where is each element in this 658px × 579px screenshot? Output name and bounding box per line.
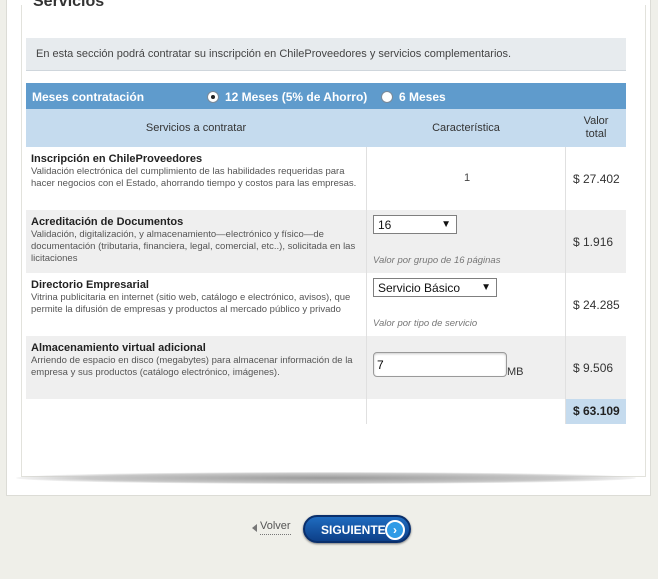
service-type-select[interactable]: Servicio Básico ▼ xyxy=(373,278,497,297)
service-type-hint: Valor por tipo de servicio xyxy=(373,318,478,329)
service-cell: Directorio Empresarial Vitrina publicita… xyxy=(26,273,366,336)
back-arrow-icon[interactable] xyxy=(252,523,257,532)
value-cell: $ 9.506 xyxy=(566,336,626,399)
megabytes-input[interactable] xyxy=(373,352,507,377)
table-row: Almacenamiento virtual adicional Arriend… xyxy=(26,336,626,399)
service-name: Acreditación de Documentos xyxy=(31,216,184,228)
table-row: Acreditación de Documentos Validación, d… xyxy=(26,210,626,273)
feature-cell: 1 xyxy=(366,147,566,210)
radio-selected-icon[interactable] xyxy=(207,91,219,103)
total-value: $ 63.109 xyxy=(566,399,626,424)
service-cell: Inscripción en ChileProveedores Validaci… xyxy=(26,147,366,210)
radio-6-months-label: 6 Meses xyxy=(399,90,446,104)
service-desc: Validación electrónica del cumplimiento … xyxy=(31,166,357,189)
value-cell: $ 27.402 xyxy=(566,147,626,210)
row-value: $ 9.506 xyxy=(573,361,614,375)
feature-cell: 16 ▼ Valor por grupo de 16 páginas xyxy=(366,210,566,273)
back-link[interactable]: Volver xyxy=(252,520,291,535)
next-button[interactable]: SIGUIENTE › xyxy=(303,515,411,543)
value-cell: $ 24.285 xyxy=(566,273,626,336)
table-header: Servicios a contratar Característica Val… xyxy=(26,109,626,147)
table-row: Inscripción en ChileProveedores Validaci… xyxy=(26,147,626,210)
dropdown-arrow-icon[interactable]: ▼ xyxy=(481,282,491,293)
feature-cell: Servicio Básico ▼ Valor por tipo de serv… xyxy=(366,273,566,336)
radio-6-months[interactable]: 6 Meses xyxy=(381,90,446,104)
pages-hint: Valor por grupo de 16 páginas xyxy=(373,255,501,266)
header-value: Valor total xyxy=(566,115,626,141)
total-row: $ 63.109 xyxy=(26,399,626,424)
service-desc: Arriendo de espacio en disco (megabytes)… xyxy=(31,355,353,378)
header-services: Servicios a contratar xyxy=(145,122,247,134)
table-row: Directorio Empresarial Vitrina publicita… xyxy=(26,273,626,336)
header-value-line1: Valor xyxy=(583,115,609,127)
pages-select[interactable]: 16 ▼ xyxy=(373,215,457,234)
months-bar: Meses contratación 12 Meses (5% de Ahorr… xyxy=(26,83,626,109)
megabytes-unit: MB xyxy=(507,366,524,378)
pages-select-value: 16 xyxy=(378,218,392,232)
row-value: $ 1.916 xyxy=(573,235,614,249)
service-cell: Almacenamiento virtual adicional Arriend… xyxy=(26,336,366,399)
radio-12-months[interactable]: 12 Meses (5% de Ahorro) xyxy=(207,90,367,104)
months-title: Meses contratación xyxy=(32,90,145,104)
header-feature: Característica xyxy=(432,122,500,134)
page-title: Servicios xyxy=(27,0,111,11)
dropdown-arrow-icon[interactable]: ▼ xyxy=(441,219,451,230)
feature-quantity: 1 xyxy=(463,172,471,184)
header-value-line2: total xyxy=(585,128,607,140)
radio-unselected-icon[interactable] xyxy=(381,91,393,103)
row-value: $ 27.402 xyxy=(573,172,620,186)
feature-cell: MB xyxy=(366,336,566,399)
service-type-select-value: Servicio Básico xyxy=(378,281,461,295)
divider-shadow xyxy=(16,472,636,484)
value-cell: $ 1.916 xyxy=(566,210,626,273)
service-desc: Vitrina publicitaria en internet (sitio … xyxy=(31,292,351,315)
info-banner: En esta sección podrá contratar su inscr… xyxy=(26,38,626,71)
back-label[interactable]: Volver xyxy=(260,520,291,535)
next-button-label[interactable]: SIGUIENTE xyxy=(321,523,386,537)
row-value: $ 24.285 xyxy=(573,298,620,312)
service-name: Inscripción en ChileProveedores xyxy=(31,153,203,165)
service-cell: Acreditación de Documentos Validación, d… xyxy=(26,210,366,273)
service-name: Almacenamiento virtual adicional xyxy=(31,342,206,354)
total-spacer xyxy=(366,399,566,424)
chevron-right-icon[interactable]: › xyxy=(385,520,405,540)
radio-12-months-label: 12 Meses (5% de Ahorro) xyxy=(225,90,368,104)
service-desc: Validación, digitalización, y almacenami… xyxy=(31,229,356,264)
service-name: Directorio Empresarial xyxy=(31,279,149,291)
